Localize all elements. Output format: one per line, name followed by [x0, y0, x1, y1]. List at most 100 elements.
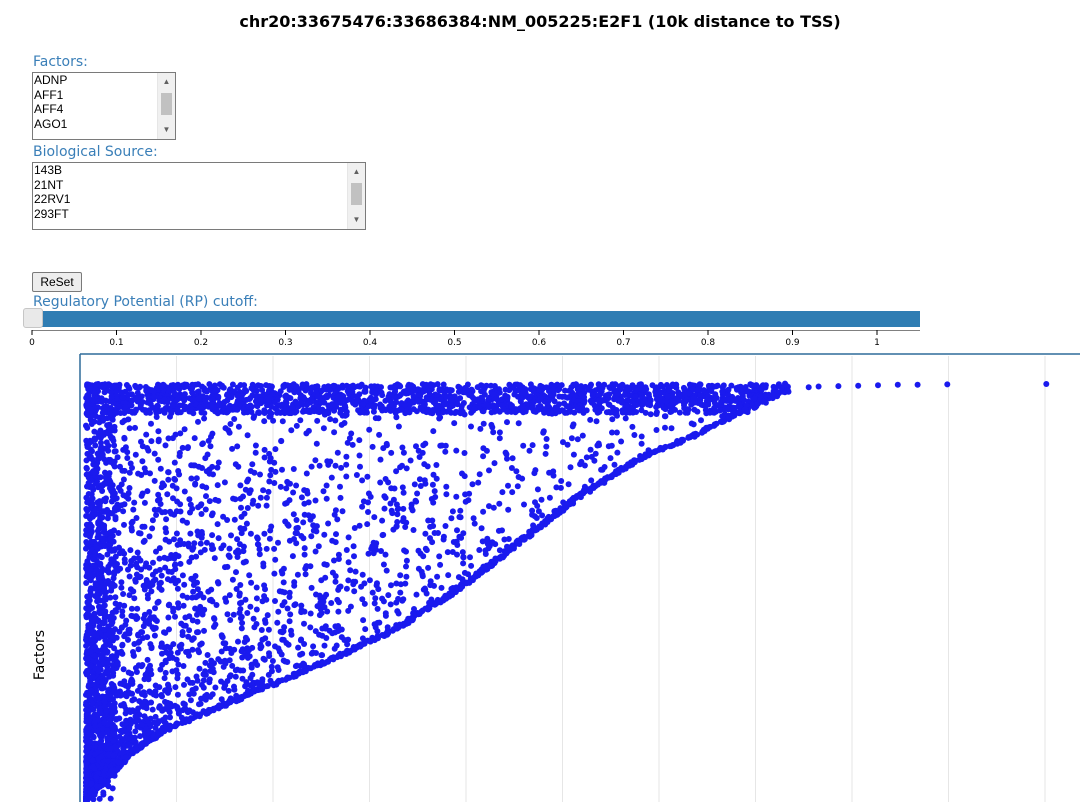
- data-point: [188, 475, 195, 482]
- data-point: [514, 483, 521, 490]
- data-point: [350, 543, 357, 550]
- factor-option[interactable]: AFF1: [33, 88, 175, 103]
- data-point: [148, 420, 154, 427]
- data-point: [247, 530, 254, 537]
- data-point: [261, 454, 268, 461]
- data-point: [443, 491, 450, 498]
- source-option[interactable]: 143B: [33, 163, 365, 178]
- data-point: [248, 579, 255, 586]
- data-point: [146, 720, 153, 727]
- factors-listbox[interactable]: ADNP AFF1 AFF4 AGO1 ▲ ▼: [32, 72, 176, 140]
- data-point: [289, 553, 296, 560]
- data-point: [459, 408, 466, 415]
- data-point: [151, 477, 158, 484]
- data-point: [294, 530, 300, 537]
- data-point: [332, 573, 339, 580]
- data-point: [322, 574, 329, 581]
- source-listbox[interactable]: 143B 21NT 22RV1 293FT ▲ ▼: [32, 162, 366, 230]
- source-option[interactable]: 22RV1: [33, 192, 365, 207]
- data-point: [413, 591, 420, 598]
- data-point: [257, 494, 264, 501]
- data-point: [339, 508, 346, 515]
- data-point: [196, 665, 203, 672]
- data-point: [195, 418, 201, 425]
- rp-slider-handle[interactable]: [23, 308, 43, 328]
- plot-grid: [176, 356, 1046, 802]
- data-point: [119, 419, 126, 426]
- data-point: [314, 417, 321, 424]
- data-point: [136, 530, 142, 537]
- data-point: [504, 455, 510, 462]
- data-point: [719, 413, 726, 420]
- data-point: [265, 488, 272, 495]
- data-point: [141, 537, 148, 544]
- factor-option[interactable]: AFF4: [33, 102, 175, 117]
- source-scrollbar[interactable]: ▲ ▼: [347, 163, 365, 229]
- data-point: [362, 388, 369, 395]
- data-point: [235, 423, 242, 430]
- data-point: [173, 530, 180, 537]
- data-point: [237, 482, 244, 489]
- data-point: [148, 438, 155, 445]
- data-point: [511, 391, 518, 398]
- data-point: [247, 487, 254, 494]
- data-point: [293, 422, 300, 429]
- data-point: [308, 463, 315, 470]
- data-point: [290, 511, 297, 518]
- scroll-up-icon[interactable]: ▲: [348, 165, 365, 179]
- data-point: [379, 595, 386, 602]
- data-point: [219, 634, 226, 641]
- data-point: [164, 399, 171, 406]
- data-point: [460, 554, 467, 561]
- data-point: [233, 586, 240, 592]
- source-option[interactable]: 293FT: [33, 207, 365, 222]
- data-point: [127, 716, 134, 723]
- data-point: [711, 397, 718, 404]
- data-point: [694, 386, 701, 393]
- data-point: [208, 542, 215, 549]
- data-point: [163, 516, 170, 523]
- data-point: [185, 444, 191, 451]
- data-point: [461, 450, 468, 456]
- data-point: [570, 451, 577, 458]
- data-point: [181, 681, 187, 688]
- data-point: [360, 617, 367, 624]
- data-point: [415, 386, 421, 393]
- data-point: [754, 401, 761, 408]
- data-point: [288, 427, 295, 434]
- data-point: [364, 521, 371, 528]
- data-point: [373, 582, 380, 589]
- data-point: [402, 580, 409, 587]
- data-point: [203, 691, 210, 698]
- data-point: [379, 532, 386, 539]
- source-option[interactable]: 21NT: [33, 178, 365, 193]
- data-point: [121, 434, 128, 441]
- data-point: [267, 527, 274, 534]
- data-point: [556, 401, 563, 408]
- data-point: [479, 395, 485, 402]
- data-point: [245, 647, 252, 654]
- factor-option[interactable]: AGO1: [33, 117, 175, 132]
- data-point: [419, 449, 426, 456]
- data-point: [435, 530, 441, 536]
- reset-button[interactable]: ReSet: [32, 272, 82, 292]
- data-point: [274, 619, 281, 626]
- rp-slider-track[interactable]: [32, 311, 920, 327]
- data-point: [662, 406, 669, 413]
- factor-option[interactable]: ADNP: [33, 73, 175, 88]
- data-point: [208, 401, 215, 408]
- data-point: [268, 663, 275, 670]
- data-point: [135, 646, 142, 653]
- scroll-down-icon[interactable]: ▼: [158, 123, 175, 137]
- scroll-thumb[interactable]: [161, 93, 172, 115]
- data-point: [466, 392, 473, 398]
- data-point: [215, 656, 222, 663]
- data-point: [138, 721, 145, 728]
- data-point: [146, 407, 153, 414]
- factors-scrollbar[interactable]: ▲ ▼: [157, 73, 175, 139]
- scroll-down-icon[interactable]: ▼: [348, 213, 365, 227]
- scroll-up-icon[interactable]: ▲: [158, 75, 175, 89]
- scroll-thumb[interactable]: [351, 183, 362, 205]
- data-point: [125, 669, 132, 676]
- data-point: [506, 381, 513, 388]
